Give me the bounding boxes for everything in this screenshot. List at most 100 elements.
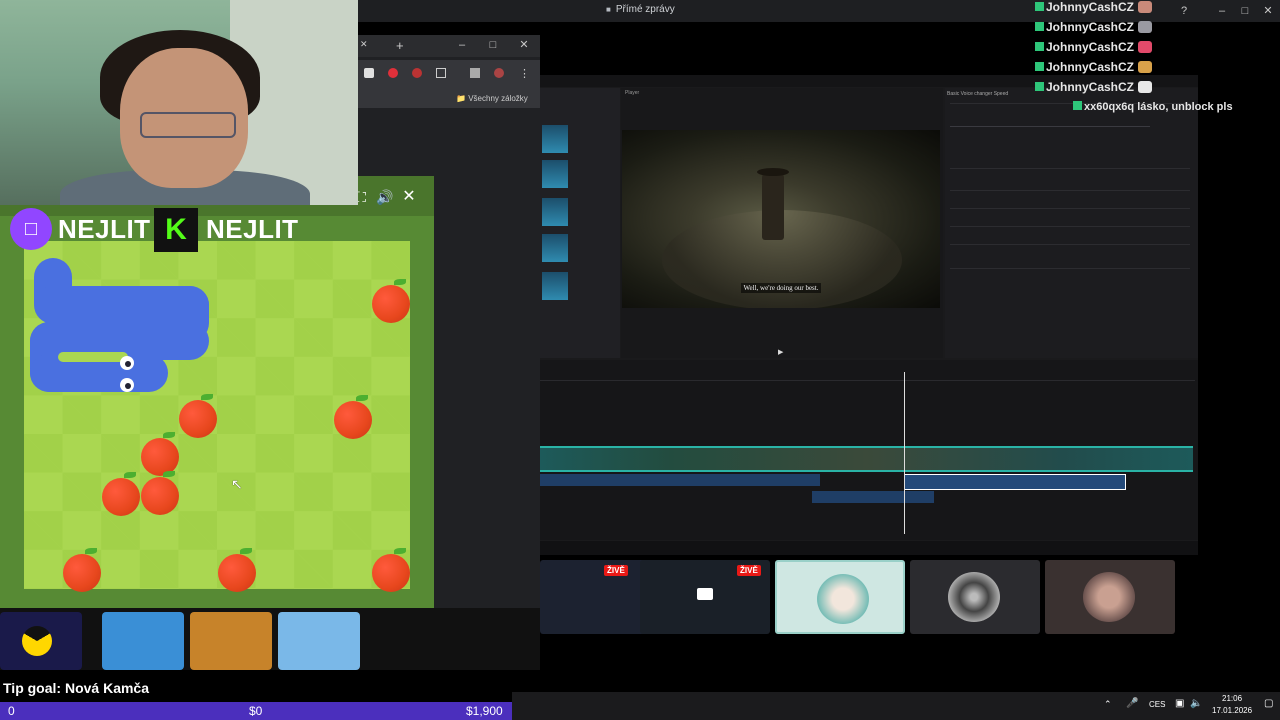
kick-logo-icon: K <box>154 208 198 252</box>
tab-close-icon[interactable]: ✕ <box>360 39 368 50</box>
screen-share-icon <box>697 588 713 600</box>
mouse-cursor-icon: ↖ <box>231 476 243 492</box>
brand-name-kick: NEJLIT <box>206 214 299 244</box>
chat-username: xx60qx6q <box>1084 101 1135 113</box>
volume-slider[interactable] <box>950 126 1150 127</box>
divider <box>950 208 1190 209</box>
game-thumbnail[interactable] <box>190 612 272 670</box>
selected-audio-clip[interactable] <box>904 474 1126 490</box>
audio-clip[interactable] <box>540 474 820 486</box>
close-game-icon[interactable]: ✕ <box>400 188 418 206</box>
close-button[interactable]: ✕ <box>1260 3 1276 19</box>
media-thumbnail[interactable] <box>542 272 568 300</box>
game-thumbnail[interactable] <box>102 612 184 670</box>
help-icon[interactable]: ? <box>1176 3 1192 19</box>
kick-badge-icon <box>1035 62 1044 71</box>
goal-target: $1,900 <box>466 704 503 718</box>
video-scene-hat <box>757 168 789 176</box>
divider <box>950 244 1190 245</box>
chat-username: JohnnyCashCZ <box>1046 80 1135 94</box>
audio-clip[interactable] <box>812 491 934 503</box>
divider <box>950 226 1190 227</box>
avatar <box>948 572 1000 622</box>
snake-pupil <box>125 383 131 389</box>
kick-badge-icon <box>1035 2 1044 11</box>
all-bookmarks-link[interactable]: 📁 Všechny záložky <box>456 94 528 103</box>
chat-message: JohnnyCashCZ <box>1035 80 1153 94</box>
video-track-clip[interactable] <box>540 446 1193 472</box>
timeline-playhead[interactable] <box>904 372 905 534</box>
extension-icon[interactable] <box>388 68 398 78</box>
profile-icon[interactable] <box>494 68 504 78</box>
stream-preview-4[interactable] <box>910 560 1040 634</box>
emote-icon <box>1138 81 1153 93</box>
notifications-icon[interactable]: ▢ <box>1264 698 1273 709</box>
timeline-ruler[interactable] <box>540 372 1195 381</box>
chat-message: xx60qx6q lásko, unblock pls <box>1073 101 1233 113</box>
volume-icon[interactable]: 🔈 <box>1190 698 1202 709</box>
browser-maximize-button[interactable]: □ <box>485 37 501 53</box>
apple-icon <box>372 279 410 323</box>
emote-icon <box>1138 21 1153 33</box>
language-indicator[interactable]: CES <box>1149 700 1165 709</box>
video-scene-figure <box>762 170 784 240</box>
stream-preview-2[interactable]: ŽIVĚ <box>640 560 770 634</box>
live-badge: ŽIVĚ <box>737 565 761 576</box>
reading-list-icon[interactable] <box>470 68 480 78</box>
media-thumbnail[interactable] <box>542 234 568 262</box>
divider <box>950 190 1190 191</box>
emote-icon <box>1138 61 1153 73</box>
chat-username: JohnnyCashCZ <box>1046 40 1135 54</box>
properties-tabs[interactable]: Basic Voice changer Speed <box>947 91 1008 97</box>
chat-message: JohnnyCashCZ <box>1035 40 1153 54</box>
properties-panel <box>945 88 1198 358</box>
chat-text: lásko, unblock pls <box>1137 101 1233 113</box>
minimize-button[interactable]: – <box>1214 3 1230 19</box>
folder-icon: 📁 <box>456 94 466 103</box>
subtitle-text: Well, we're doing our best. <box>740 283 822 293</box>
browser-toolbar <box>358 60 540 88</box>
new-tab-button[interactable]: + <box>396 38 404 53</box>
chevron-up-icon[interactable]: ⌃ <box>1104 699 1112 710</box>
browser-menu-icon[interactable]: ⋮ <box>519 67 530 80</box>
apple-icon <box>334 395 372 439</box>
video-preview[interactable] <box>622 130 940 308</box>
pacman-icon <box>22 626 52 656</box>
browser-minimize-button[interactable]: – <box>454 37 470 53</box>
extension-icon[interactable] <box>364 68 374 78</box>
goal-current: 0 <box>8 704 15 718</box>
clock-date[interactable]: 17.01.2026 <box>1212 706 1252 715</box>
tip-goal-bar: 0 $0 $1,900 <box>0 702 512 720</box>
avatar <box>817 574 869 624</box>
network-icon[interactable]: ▣ <box>1175 698 1184 709</box>
kick-badge-icon <box>1035 82 1044 91</box>
extensions-icon[interactable] <box>436 68 446 78</box>
apple-icon <box>141 471 179 515</box>
microphone-icon[interactable]: 🎤 <box>1126 698 1138 709</box>
play-button[interactable]: ▶ <box>778 348 783 356</box>
browser-close-button[interactable]: ✕ <box>516 37 532 53</box>
clock-time[interactable]: 21:06 <box>1222 694 1242 703</box>
browser-tabstrip <box>358 35 540 57</box>
chat-message: JohnnyCashCZ <box>1035 20 1153 34</box>
kick-badge-icon <box>1073 101 1082 110</box>
chat-message: JohnnyCashCZ <box>1035 0 1153 14</box>
goal-mid: $0 <box>249 704 263 718</box>
chat-message: JohnnyCashCZ <box>1035 60 1153 74</box>
media-thumbnail[interactable] <box>542 198 568 226</box>
media-thumbnail[interactable] <box>542 125 568 153</box>
maximize-button[interactable]: □ <box>1237 3 1253 19</box>
video-subtitle: Well, we're doing our best. <box>622 283 940 293</box>
stream-preview-3[interactable] <box>775 560 905 634</box>
apple-icon <box>372 548 410 592</box>
extension-icon[interactable] <box>412 68 422 78</box>
stream-preview-5[interactable] <box>1045 560 1175 634</box>
apple-icon <box>218 548 256 592</box>
webcam-glasses <box>140 112 236 138</box>
game-thumbnail[interactable] <box>278 612 360 670</box>
kick-badge-icon <box>1035 42 1044 51</box>
snake-pupil <box>125 361 131 367</box>
live-badge: ŽIVĚ <box>604 565 628 576</box>
media-thumbnail[interactable] <box>542 160 568 188</box>
sound-icon[interactable]: 🔊 <box>376 188 394 206</box>
